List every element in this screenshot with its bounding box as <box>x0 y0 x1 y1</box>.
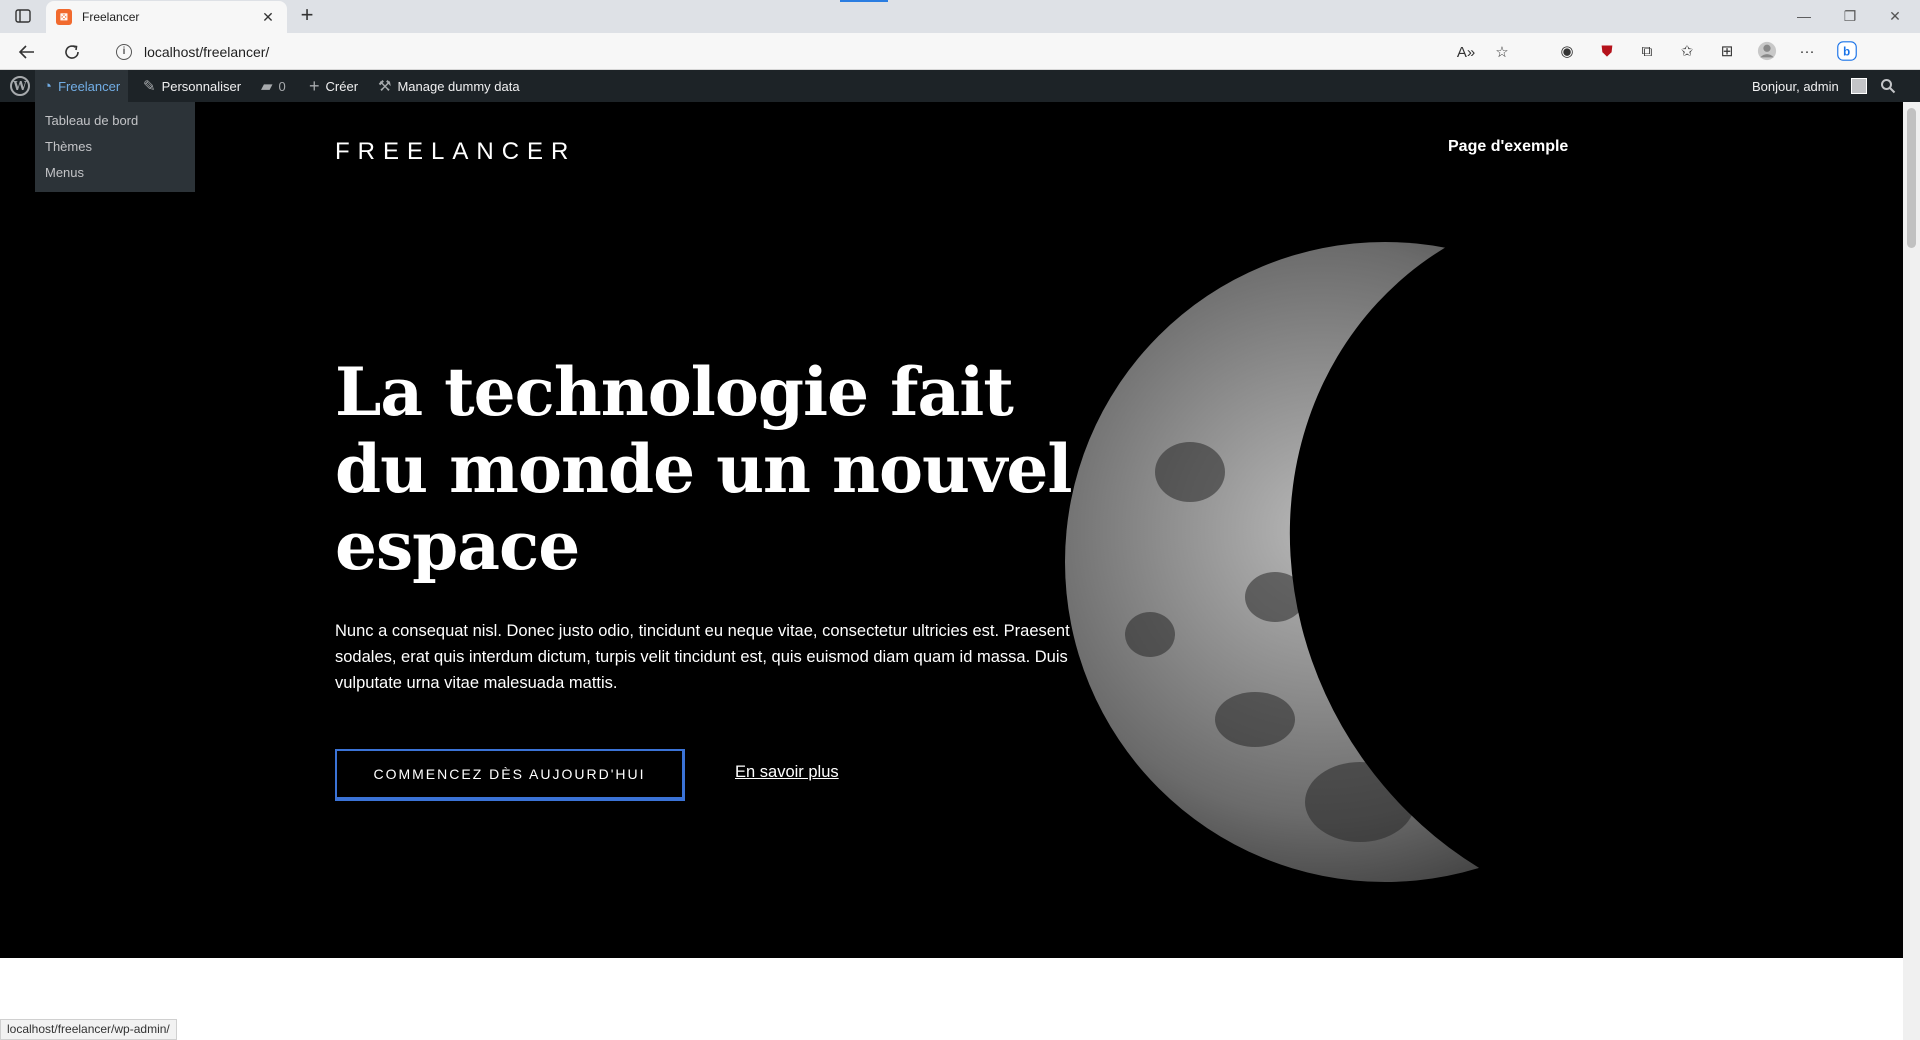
comments-count: 0 <box>278 78 286 94</box>
dropdown-item-menus[interactable]: Menus <box>35 160 195 186</box>
bing-copilot-icon[interactable]: b <box>1837 41 1857 61</box>
admin-avatar <box>1850 78 1867 94</box>
learn-more-link[interactable]: En savoir plus <box>735 763 839 782</box>
tab-strip-accent <box>840 0 888 2</box>
scrollbar-thumb[interactable] <box>1907 108 1916 248</box>
dropdown-item-themes[interactable]: Thèmes <box>35 134 195 160</box>
cta-button[interactable]: COMMENCEZ DÈS AUJOURD'HUI <box>335 749 685 801</box>
status-bar-url: localhost/freelancer/wp-admin/ <box>0 1019 177 1040</box>
page-below-hero <box>0 958 1903 1040</box>
extensions-puzzle-icon[interactable]: ⧉ <box>1637 41 1657 61</box>
adminbar-customize[interactable]: ✎ Personnaliser <box>143 70 241 102</box>
wp-admin-bar: W ◔ Freelancer ✎ Personnaliser ▰ 0 + Cré… <box>0 70 1920 102</box>
ublock-shield-icon[interactable]: ⛊ <box>1597 41 1617 61</box>
reload-icon[interactable] <box>60 40 84 64</box>
adminbar-new-label: Créer <box>325 78 359 94</box>
adminbar-dummy-label: Manage dummy data <box>397 78 520 94</box>
favorites-icon[interactable]: ✩ <box>1677 41 1697 61</box>
site-favicon-icon: ⊠ <box>56 9 72 25</box>
nav-item-sample-page[interactable]: Page d'exemple <box>1448 138 1568 156</box>
adminbar-new[interactable]: + Créer <box>309 70 358 102</box>
plus-icon: + <box>309 75 320 96</box>
add-favorite-icon[interactable]: ☆ <box>1492 42 1512 62</box>
address-bar[interactable]: i localhost/freelancer/ A» ☆ <box>104 37 1524 66</box>
site-title[interactable]: FREELANCER <box>335 138 576 166</box>
new-tab-icon[interactable]: + <box>295 4 319 28</box>
dropdown-item-dashboard[interactable]: Tableau de bord <box>35 108 195 134</box>
tab-title: Freelancer <box>82 10 140 24</box>
collections-icon[interactable]: ⊞ <box>1717 41 1737 61</box>
adminbar-my-account[interactable]: Bonjour, admin <box>1752 70 1867 102</box>
hammer-icon: ⚒ <box>378 78 392 95</box>
svg-text:b: b <box>1843 47 1850 59</box>
hero-heading: La technologie fait du monde un nouvel e… <box>335 353 1072 585</box>
browser-toolbar: i localhost/freelancer/ A» ☆ ◉ ⛊ ⧉ ✩ ⊞ ·… <box>0 33 1920 70</box>
site-info-icon[interactable]: i <box>116 43 132 60</box>
adminbar-site-name[interactable]: ◔ Freelancer <box>35 70 129 102</box>
read-aloud-icon[interactable]: A» <box>1456 42 1476 62</box>
minimize-icon[interactable]: — <box>1794 6 1814 26</box>
page-scrollbar[interactable] <box>1903 102 1920 1040</box>
paintbrush-icon: ✎ <box>143 78 156 95</box>
dashboard-icon: ◔ <box>43 77 53 95</box>
adminbar-search-icon[interactable] <box>1880 70 1896 102</box>
profile-avatar-icon[interactable] <box>1757 41 1777 61</box>
adminbar-comments[interactable]: ▰ 0 <box>261 70 286 102</box>
back-icon[interactable] <box>15 40 39 64</box>
hero-paragraph: Nunc a consequat nisl. Donec justo odio,… <box>335 622 1070 692</box>
adminbar-site-label: Freelancer <box>58 78 121 94</box>
more-menu-icon[interactable]: ··· <box>1797 41 1817 61</box>
browser-tabstrip: ⊠ Freelancer ✕ + — ❐ ✕ <box>0 0 1920 33</box>
comment-icon: ▰ <box>261 78 273 95</box>
extension-globe-icon[interactable]: ◉ <box>1557 41 1577 61</box>
adminbar-customize-label: Personnaliser <box>161 78 242 94</box>
hero-section: FREELANCER Page d'exemple La technologie… <box>0 102 1903 958</box>
browser-tab[interactable]: ⊠ Freelancer ✕ <box>46 1 287 33</box>
site-name-dropdown: Tableau de bord Thèmes Menus <box>35 102 195 192</box>
restore-icon[interactable]: ❐ <box>1840 6 1860 26</box>
close-window-icon[interactable]: ✕ <box>1885 6 1905 26</box>
adminbar-greeting: Bonjour, admin <box>1752 78 1839 94</box>
tab-close-icon[interactable]: ✕ <box>259 9 277 26</box>
adminbar-dummy-data[interactable]: ⚒ Manage dummy data <box>378 70 520 102</box>
address-url[interactable]: localhost/freelancer/ <box>144 44 269 60</box>
tab-actions-icon[interactable] <box>13 7 33 25</box>
wp-logo-icon[interactable]: W <box>6 70 34 102</box>
